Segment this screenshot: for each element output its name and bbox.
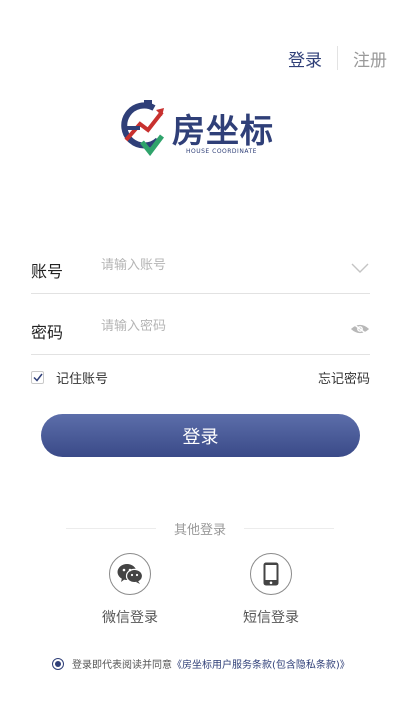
chevron-down-icon[interactable] [350,258,370,278]
remember-checkbox[interactable] [31,371,44,384]
account-field: 账号 [31,246,370,294]
account-label: 账号 [31,262,64,281]
agreement-radio[interactable] [52,657,64,670]
app-logo: 房坐标 HOUSE COORDINATE [118,100,288,160]
check-icon [32,373,43,382]
password-label: 密码 [31,323,64,342]
logo-subtitle: HOUSE COORDINATE [186,148,257,155]
forgot-password-link[interactable]: 忘记密码 [318,368,370,387]
terms-link[interactable]: 《房坐标用户服务条款(包含隐私条款)》 [172,656,350,671]
auth-tabs: 登录 注册 [288,44,387,72]
eye-icon[interactable] [350,319,370,339]
logo-mark-icon [121,100,164,156]
login-button[interactable]: 登录 [41,414,360,457]
agreement-row: 登录即代表阅读并同意 《房坐标用户服务条款(包含隐私条款)》 [52,656,350,671]
wechat-login-label: 微信登录 [102,610,158,626]
other-login-title: 其他登录 [174,522,227,538]
logo-title: 房坐标 [172,111,274,150]
tab-divider [337,46,338,70]
wechat-login-button[interactable]: 微信登录 [90,553,170,627]
tab-register[interactable]: 注册 [353,46,387,71]
divider-line [244,527,335,529]
divider-line [66,527,156,529]
tab-login[interactable]: 登录 [288,46,322,71]
agreement-text: 登录即代表阅读并同意 [72,660,172,671]
wechat-icon[interactable] [109,553,151,595]
password-field: 密码 [31,307,370,355]
sms-login-label: 短信登录 [243,610,299,626]
other-login-divider: 其他登录 [66,518,335,538]
radio-dot [55,660,61,667]
phone-icon[interactable] [250,553,292,595]
account-input[interactable] [101,258,341,273]
password-input[interactable] [101,319,341,334]
remember-account[interactable]: 记住账号 [31,368,108,387]
sms-login-button[interactable]: 短信登录 [231,553,311,627]
remember-label: 记住账号 [56,372,109,387]
